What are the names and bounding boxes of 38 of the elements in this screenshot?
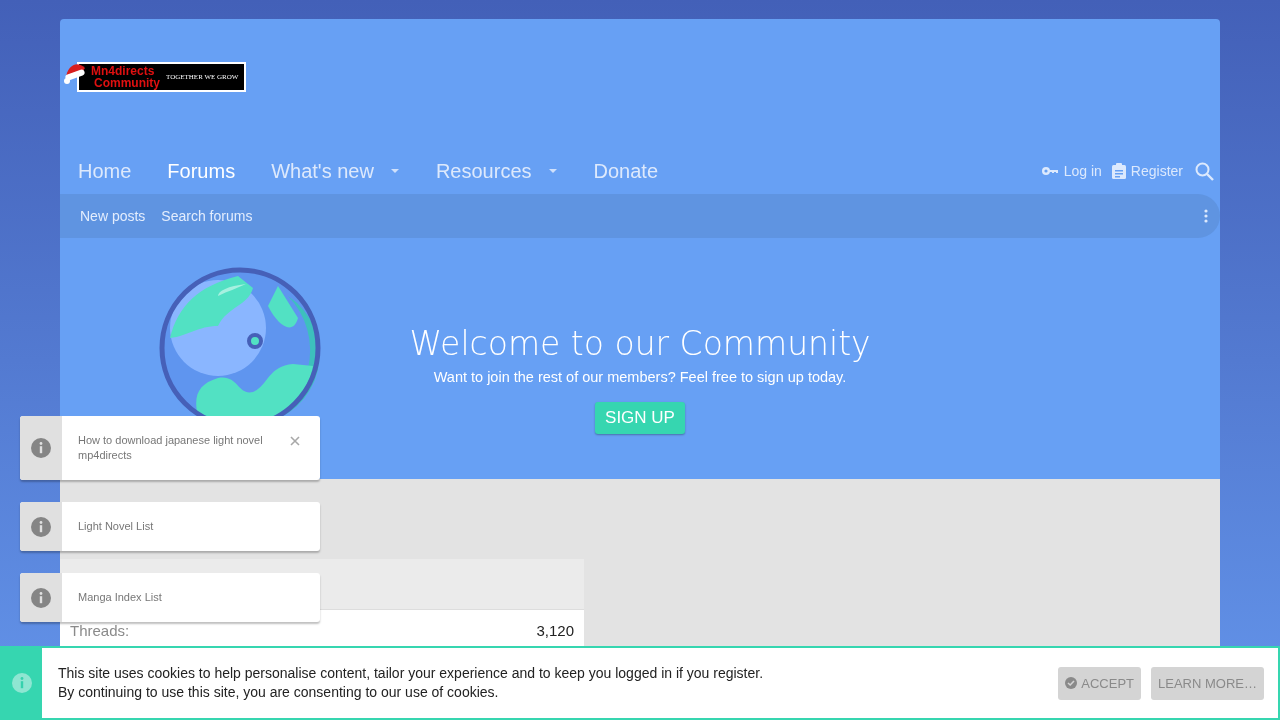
- accept-button[interactable]: ACCEPT: [1058, 666, 1142, 700]
- nav-tab[interactable]: Forums: [149, 159, 254, 183]
- check-circle-icon: [1065, 677, 1078, 689]
- close-icon[interactable]: [290, 436, 300, 446]
- notice-text: Manga Index List: [78, 590, 163, 605]
- info-icon: [31, 516, 51, 537]
- welcome-title: Welcome to our Community: [409, 324, 871, 363]
- sign-up-button[interactable]: SIGN UP: [595, 402, 685, 434]
- cookie-text: By continuing to use this site, you are consenting to our use of cookies.: [58, 683, 500, 702]
- cookie-text: This site uses cookies to help personalise content, tailor your experience and to keep you logged in if you register.: [58, 664, 764, 683]
- info-icon: [31, 587, 51, 608]
- info-icon: [12, 673, 32, 693]
- nav-tab[interactable]: What's new: [253, 159, 418, 183]
- notice-card[interactable]: How to download japanese light novel mp4directs: [20, 416, 320, 480]
- learn-more-button[interactable]: LEARN MORE…: [1151, 666, 1264, 700]
- sub-nav-link[interactable]: Search forums: [161, 208, 253, 224]
- stat-label: Threads:: [70, 622, 130, 639]
- welcome-subtitle: Want to join the rest of our members? Feel free to sign up today.: [433, 369, 847, 385]
- more-options-icon[interactable]: [1204, 209, 1208, 223]
- notice-card[interactable]: Manga Index List: [20, 573, 320, 622]
- info-icon: [31, 438, 51, 458]
- logo-title: Mn4directs: [91, 65, 156, 77]
- sub-nav-link[interactable]: New posts: [80, 208, 146, 224]
- stat-value: 3,120: [536, 622, 574, 639]
- notice-text: Light Novel List: [78, 519, 155, 534]
- caret-icon: [389, 168, 400, 174]
- nav-tab[interactable]: Home: [60, 159, 150, 183]
- search-icon[interactable]: [1195, 161, 1214, 181]
- account-link[interactable]: Register: [1111, 163, 1183, 179]
- account-link[interactable]: Log in: [1040, 163, 1102, 179]
- nav-tab[interactable]: Donate: [575, 159, 676, 183]
- notice-card[interactable]: Light Novel List: [20, 502, 320, 551]
- caret-icon: [547, 168, 558, 174]
- clipboard-icon: [1111, 163, 1126, 179]
- nav-tab[interactable]: Resources: [417, 159, 576, 183]
- key-icon: [1040, 166, 1059, 176]
- logo-subtitle: Community: [94, 77, 160, 89]
- notice-text: How to download japanese light novel mp4directs: [78, 433, 264, 463]
